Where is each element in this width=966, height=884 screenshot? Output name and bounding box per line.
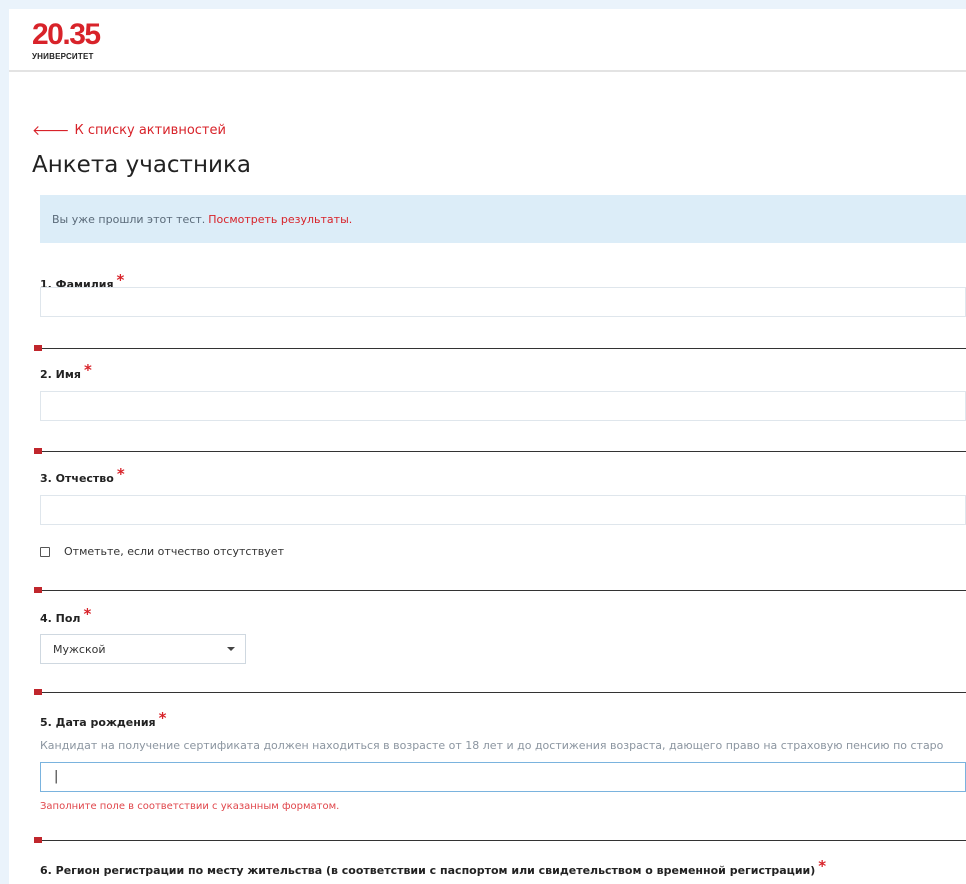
question-divider (34, 345, 966, 351)
question-divider (34, 448, 966, 454)
divider-marker (34, 837, 42, 843)
patronymic-input[interactable] (40, 495, 966, 525)
no-patronymic-label: Отметьте, если отчество отсутствует (64, 545, 284, 558)
back-link-label: К списку активностей (74, 123, 226, 138)
question-label-region: 6. Регион регистрации по месту жительств… (40, 857, 827, 878)
birthdate-error: Заполните поле в соответствии с указанны… (40, 801, 340, 812)
question-2-text: 2. Имя (40, 368, 81, 381)
site-header: 20.35 УНИВЕРСИТЕТ (9, 9, 966, 72)
question-5-text: 5. Дата рождения (40, 716, 156, 729)
required-marker: * (83, 605, 92, 623)
question-4-text: 4. Пол (40, 612, 81, 625)
logo-subtitle: УНИВЕРСИТЕТ (32, 52, 94, 61)
back-to-activities-link[interactable]: 🡐 К списку активностей (32, 123, 226, 138)
divider-marker (34, 587, 42, 593)
page-title: Анкета участника (32, 152, 251, 178)
logo[interactable]: 20.35 (32, 20, 101, 50)
name-input[interactable] (40, 391, 966, 421)
birthdate-input[interactable]: | (40, 762, 966, 792)
question-3-text: 3. Отчество (40, 472, 114, 485)
divider-marker (34, 689, 42, 695)
surname-input[interactable] (40, 287, 966, 317)
question-label-birthdate: 5. Дата рождения * (40, 709, 167, 730)
required-marker: * (158, 709, 167, 727)
question-divider (34, 587, 966, 593)
question-label-name: 2. Имя * (40, 361, 92, 382)
question-label-patronymic: 3. Отчество * (40, 465, 125, 486)
birthdate-hint: Кандидат на получение сертификата должен… (40, 739, 944, 752)
info-alert: Вы уже прошли этот тест. Посмотреть резу… (40, 195, 966, 243)
required-marker: * (83, 361, 92, 379)
view-results-link[interactable]: Посмотреть результаты. (208, 213, 352, 226)
no-patronymic-row[interactable]: Отметьте, если отчество отсутствует (40, 545, 284, 558)
caret-down-icon (227, 647, 235, 651)
info-text: Вы уже прошли этот тест. (52, 212, 206, 226)
question-6-text: 6. Регион регистрации по месту жительств… (40, 864, 816, 877)
divider-marker (34, 345, 42, 351)
main-content: 🡐 К списку активностей Анкета участника … (9, 72, 966, 884)
text-cursor: | (54, 769, 59, 784)
gender-selected-value: Мужской (53, 642, 106, 656)
question-divider (34, 837, 966, 843)
required-marker: * (818, 857, 827, 875)
no-patronymic-checkbox[interactable] (40, 546, 50, 557)
gender-select[interactable]: Мужской (40, 634, 246, 664)
required-marker: * (116, 465, 125, 483)
arrow-left-icon: 🡐 (32, 122, 70, 139)
question-divider (34, 689, 966, 695)
divider-marker (34, 448, 42, 454)
question-label-gender: 4. Пол * (40, 605, 92, 626)
